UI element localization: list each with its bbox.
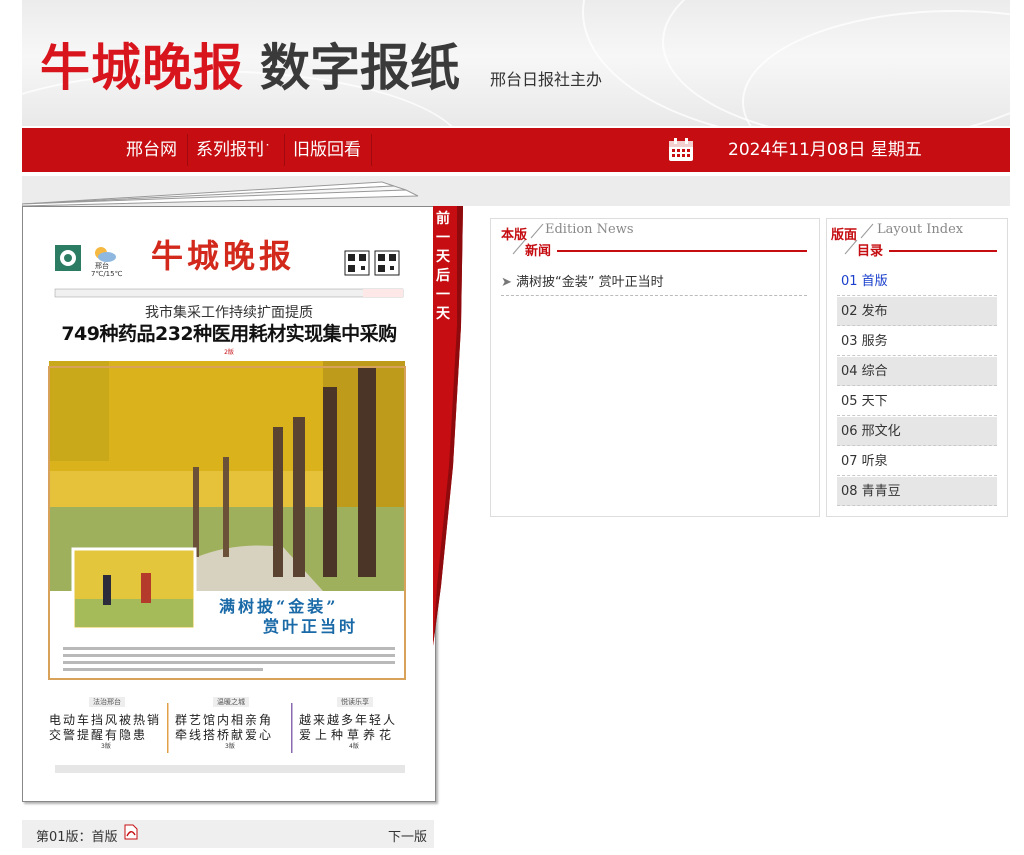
index-item-02[interactable]: 02 发布 [837,297,997,326]
layout-index-title-2: 目录 [857,244,884,259]
paper-headline-ref: 2版 [224,349,234,356]
nav-item-series[interactable]: 系列报刊˙ [188,128,279,172]
news-item-title: 满树披“金装” 赏叶正当时 [516,275,664,290]
index-item-06[interactable]: 06 邢文化 [837,417,997,446]
index-item-08[interactable]: 08 青青豆 [837,477,997,506]
index-item-04[interactable]: 04 综合 [837,357,997,386]
paper-weather: 7℃/15℃ [91,270,123,278]
teaser-line: 爱上种草养花 [299,728,396,742]
edition-news-title-en: Edition News [545,222,634,237]
title-slash-divider [530,223,544,239]
weather-icon [95,247,116,262]
title-underline [557,250,807,252]
chevron-down-icon: ˙ [264,143,271,159]
press-logo-icon [55,245,81,271]
qr-code-icon [344,250,400,276]
current-page-label: 第01版：首版 [36,830,118,845]
teaser-tag: 悦读乐享 [337,697,373,707]
index-item-05[interactable]: 05 天下 [837,387,997,416]
logo-title-dark: 数字报纸 [260,38,460,97]
calendar-icon[interactable] [668,138,694,162]
next-page-link[interactable]: 下一版 [388,826,427,845]
layout-index-panel: 版面 目录 Layout Index 01 首版 02 发布 03 服务 04 … [826,218,1008,517]
newspaper-page-preview[interactable]: 牛城晚报 邢台 7℃/15℃ 我市集采工作持续扩面提质 749种药品232种医用… [22,206,436,802]
pdf-icon[interactable] [124,824,138,840]
news-item[interactable]: ➤ 满树披“金装” 赏叶正当时 [501,271,807,296]
teaser-ref: 3版 [101,743,111,750]
paper-stack-background [22,176,1010,206]
edition-news-title-2: 新闻 [525,244,552,259]
teaser-ref: 3版 [225,743,235,750]
title-slash-divider [860,223,874,239]
paper-masthead: 牛城晚报 [151,237,296,275]
logo-subtitle: 邢台日报社主办 [490,70,603,89]
paper-headline: 749种药品232种医用耗材实现集中采购 [61,323,397,345]
title-underline [889,250,997,252]
layout-index-title-en: Layout Index [877,222,964,237]
logo-title-red: 牛城晚报 [40,38,244,97]
nav-item-old-version[interactable]: 旧版回看 [285,128,369,172]
nav-divider [371,134,372,166]
title-slash-divider [844,239,858,255]
teaser-line: 牵线搭桥献爱心 [175,728,274,742]
teaser-tag: 温暖之城 [213,697,249,707]
index-item-01[interactable]: 01 首版 [837,267,997,296]
photo-caption-line-2: 赏叶正当时 [263,617,359,636]
teaser-line: 交警提醒有隐患 [49,728,148,742]
page-footer: 第01版：首版 下一版 [22,820,434,848]
edition-news-panel: 本版 新闻 Edition News ➤ 满树披“金装” 赏叶正当时 [490,218,820,517]
current-date: 2024年11月08日 星期五 [728,140,922,160]
nav-item-series-label: 系列报刊 [196,140,264,160]
paper-stack-edges [22,181,419,206]
nav-bar: 邢台网 系列报刊˙ 旧版回看 2024年11月08日 星期五 [22,128,1010,172]
arrow-right-icon: ➤ [501,275,512,290]
index-item-07[interactable]: 07 听泉 [837,447,997,476]
teaser-ref: 4版 [349,743,359,750]
prev-next-day-link[interactable]: 前一天后一天 [433,210,453,324]
nav-item-xingtai-net[interactable]: 邢台网 [118,128,185,172]
header-banner: 牛城晚报 数字报纸 邢台日报社主办 [22,0,1010,126]
teaser-tag: 法治邢台 [89,697,125,707]
index-item-03[interactable]: 03 服务 [837,327,997,356]
title-slash-divider [512,239,526,255]
